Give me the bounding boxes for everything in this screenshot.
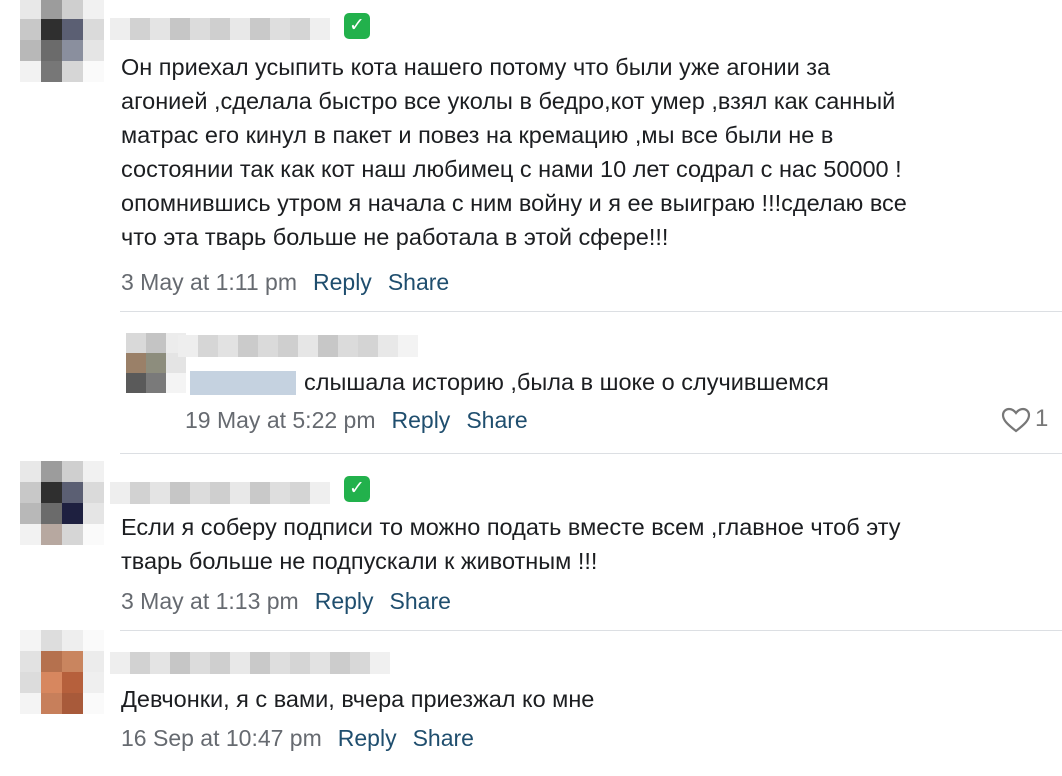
reply-button[interactable]: Reply bbox=[315, 588, 374, 614]
avatar[interactable] bbox=[20, 461, 104, 545]
comment-1: ✓ Он приехал усыпить кота нашего потому … bbox=[0, 0, 1062, 310]
heart-icon bbox=[1001, 407, 1031, 433]
comment-3: ✓ Если я соберу подписи то можно подать … bbox=[0, 453, 1062, 628]
comment-meta: 19 May at 5:22 pm Reply Share bbox=[185, 405, 528, 435]
timestamp[interactable]: 3 May at 1:11 pm bbox=[121, 269, 297, 295]
share-button[interactable]: Share bbox=[413, 725, 474, 751]
author-name-blurred[interactable] bbox=[110, 18, 330, 40]
comment-text: слышала историю ,была в шоке о случившем… bbox=[304, 369, 829, 395]
share-button[interactable]: Share bbox=[388, 269, 449, 295]
avatar[interactable] bbox=[20, 630, 104, 714]
author-name-blurred[interactable] bbox=[178, 335, 418, 357]
verified-badge-icon: ✓ bbox=[344, 476, 370, 502]
share-button[interactable]: Share bbox=[466, 407, 527, 433]
comment-meta: 3 May at 1:13 pm Reply Share bbox=[121, 586, 451, 616]
author-name-blurred[interactable] bbox=[110, 482, 330, 504]
timestamp[interactable]: 3 May at 1:13 pm bbox=[121, 588, 299, 614]
comment-text: Он приехал усыпить кота нашего потому чт… bbox=[121, 54, 907, 250]
avatar[interactable] bbox=[126, 333, 186, 393]
reply-button[interactable]: Reply bbox=[338, 725, 397, 751]
like-count: 1 bbox=[1035, 405, 1049, 432]
comment-2-reply: слышала историю ,была в шоке о случившем… bbox=[0, 311, 1062, 451]
reply-button[interactable]: Reply bbox=[313, 269, 372, 295]
comment-text: Девчонки, я с вами, вчера приезжал ко мн… bbox=[121, 686, 595, 712]
comment-meta: 16 Sep at 10:47 pm Reply Share bbox=[121, 723, 474, 753]
comment-text: Если я соберу подписи то можно подать вм… bbox=[121, 514, 901, 574]
author-name-blurred[interactable] bbox=[110, 652, 390, 674]
mention-tag-blurred[interactable] bbox=[190, 371, 296, 395]
share-button[interactable]: Share bbox=[390, 588, 451, 614]
comment-4: Девчонки, я с вами, вчера приезжал ко мн… bbox=[0, 630, 1062, 776]
timestamp[interactable]: 16 Sep at 10:47 pm bbox=[121, 725, 322, 751]
verified-badge-icon: ✓ bbox=[344, 13, 370, 39]
avatar[interactable] bbox=[20, 0, 104, 82]
reply-button[interactable]: Reply bbox=[392, 407, 451, 433]
like-button[interactable]: 1 bbox=[1001, 405, 1048, 433]
comment-meta: 3 May at 1:11 pm Reply Share bbox=[121, 267, 449, 297]
timestamp[interactable]: 19 May at 5:22 pm bbox=[185, 407, 376, 433]
